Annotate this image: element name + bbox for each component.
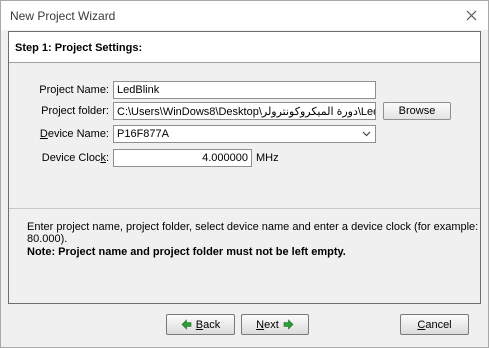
project-name-label: Project Name:: [39, 84, 109, 96]
browse-button[interactable]: Browse: [383, 102, 451, 120]
device-name-label: Device Name:: [39, 128, 109, 140]
project-name-input[interactable]: LedBlink: [113, 81, 376, 99]
back-button[interactable]: Back: [166, 314, 235, 335]
step-title: Step 1: Project Settings:: [15, 42, 143, 54]
next-label: Next: [256, 318, 279, 331]
project-folder-label: Project folder:: [41, 105, 109, 117]
back-label: Back: [195, 318, 221, 331]
wizard-window: New Project Wizard Step 1: Project Setti…: [0, 0, 489, 348]
info-text: Enter project name, project folder, sele…: [27, 221, 479, 245]
device-name-row: Device Name: P16F877A: [9, 125, 480, 145]
next-button[interactable]: Next: [241, 314, 309, 335]
close-button[interactable]: [460, 5, 482, 25]
project-name-row: Project Name: LedBlink: [9, 81, 480, 101]
left-arrow-icon: [181, 319, 192, 330]
project-folder-row: Project folder: C:\Users\WinDows8\Deskto…: [9, 102, 480, 122]
close-icon: [466, 10, 476, 20]
right-arrow-icon: [283, 319, 294, 330]
device-name-value: P16F877A: [117, 128, 169, 140]
cancel-label: Cancel: [417, 318, 452, 331]
window-title: New Project Wizard: [10, 9, 116, 23]
chevron-down-icon: [362, 131, 371, 137]
divider: [9, 208, 480, 209]
step-header: Step 1: Project Settings:: [9, 32, 480, 63]
content-panel: Step 1: Project Settings: Project Name: …: [8, 31, 481, 304]
title-bar: New Project Wizard: [1, 1, 488, 30]
device-clock-input[interactable]: 4.000000: [113, 149, 252, 167]
cancel-button[interactable]: Cancel: [400, 314, 469, 335]
device-name-select[interactable]: P16F877A: [113, 125, 376, 143]
device-clock-row: Device Clock: 4.000000 MHz: [9, 149, 480, 169]
project-folder-input[interactable]: C:\Users\WinDows8\Desktop\دورة الميكروكو…: [113, 102, 376, 120]
note-text: Note: Project name and project folder mu…: [27, 246, 346, 258]
clock-unit: MHz: [256, 152, 279, 164]
device-clock-label: Device Clock:: [41, 152, 109, 164]
